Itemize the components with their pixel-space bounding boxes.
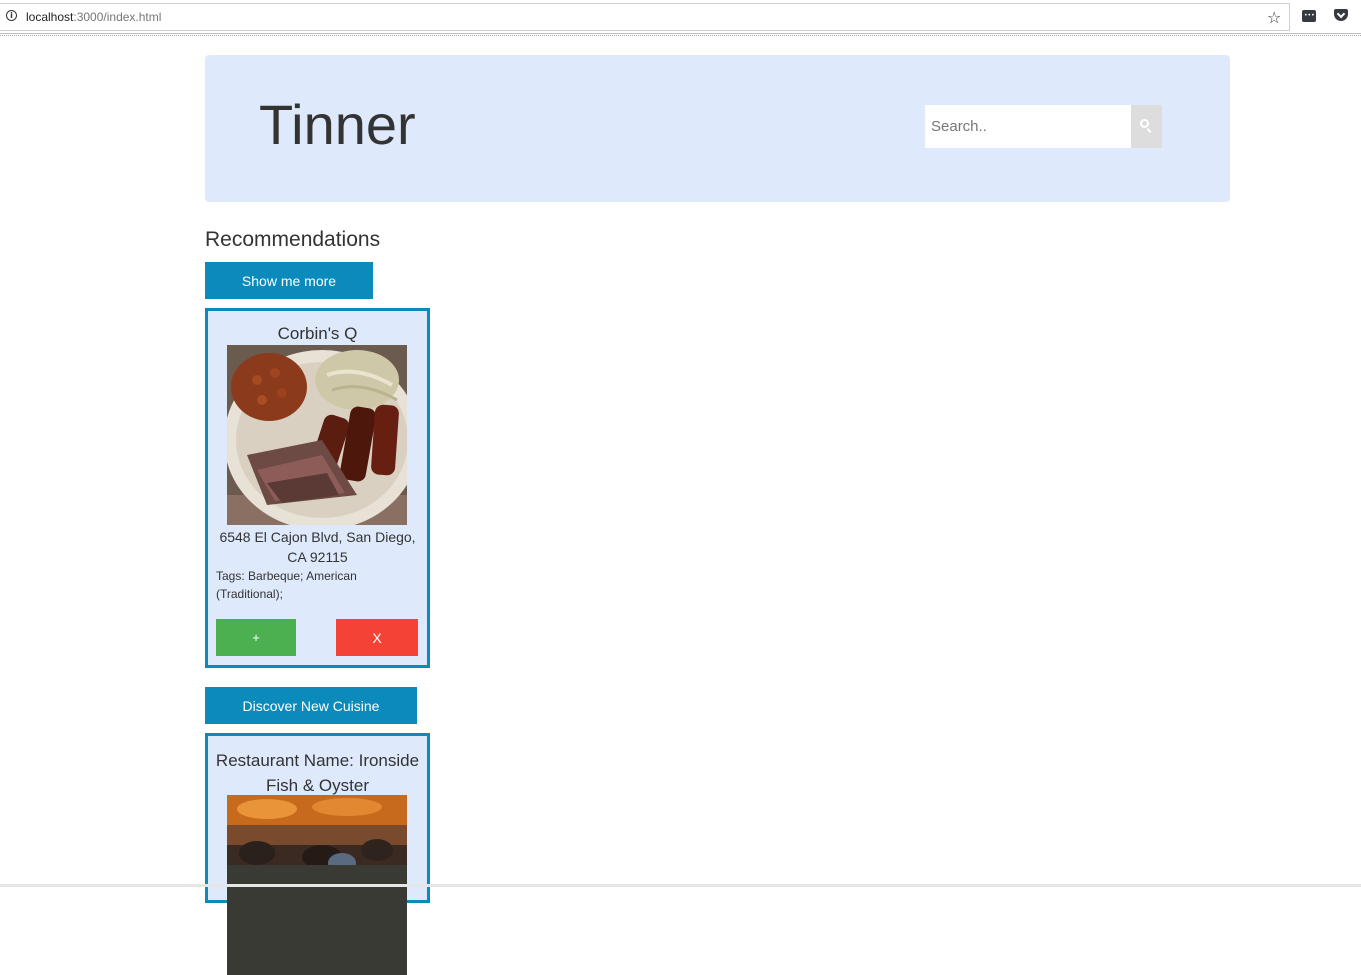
site-header: Tinner <box>205 55 1230 202</box>
like-button[interactable]: + <box>216 619 296 656</box>
search-input[interactable] <box>925 105 1131 148</box>
search-button[interactable] <box>1131 105 1162 148</box>
url-host: localhost <box>26 10 74 24</box>
restaurant-name: Restaurant Name: Ironside Fish & Oyster <box>215 751 420 795</box>
restaurant-card: Corbin's Q 6548 El Cajon Blvd, San Diego… <box>205 308 430 668</box>
bookmark-star-icon[interactable]: ☆ <box>1267 8 1281 27</box>
discover-cuisine-button[interactable]: Discover New Cuisine <box>205 687 417 724</box>
restaurant-tags: Tags: Barbeque; American (Traditional); <box>216 569 357 601</box>
browser-toolbar: i localhost:3000/index.html ☆ <box>0 0 1361 34</box>
pocket-icon[interactable] <box>1334 9 1348 21</box>
address-bar[interactable]: i localhost:3000/index.html ☆ <box>0 3 1290 31</box>
discover-card: Restaurant Name: Ironside Fish & Oyster <box>205 733 430 975</box>
url-text[interactable]: localhost:3000/index.html <box>26 10 161 24</box>
url-path: :3000/index.html <box>73 10 162 24</box>
recommendations-heading: Recommendations <box>205 228 381 251</box>
site-title: Tinner <box>259 93 416 156</box>
info-icon[interactable]: i <box>6 10 17 21</box>
restaurant-photo <box>227 345 407 525</box>
show-more-button[interactable]: Show me more <box>205 262 373 299</box>
restaurant-name: Corbin's Q <box>277 324 358 343</box>
extension-icon[interactable] <box>1302 10 1316 22</box>
search-icon <box>1140 119 1149 128</box>
dislike-button[interactable]: X <box>336 619 418 656</box>
restaurant-address: 6548 El Cajon Blvd, San Diego, CA 92115 <box>219 529 416 565</box>
toolbar-divider <box>0 35 1361 36</box>
